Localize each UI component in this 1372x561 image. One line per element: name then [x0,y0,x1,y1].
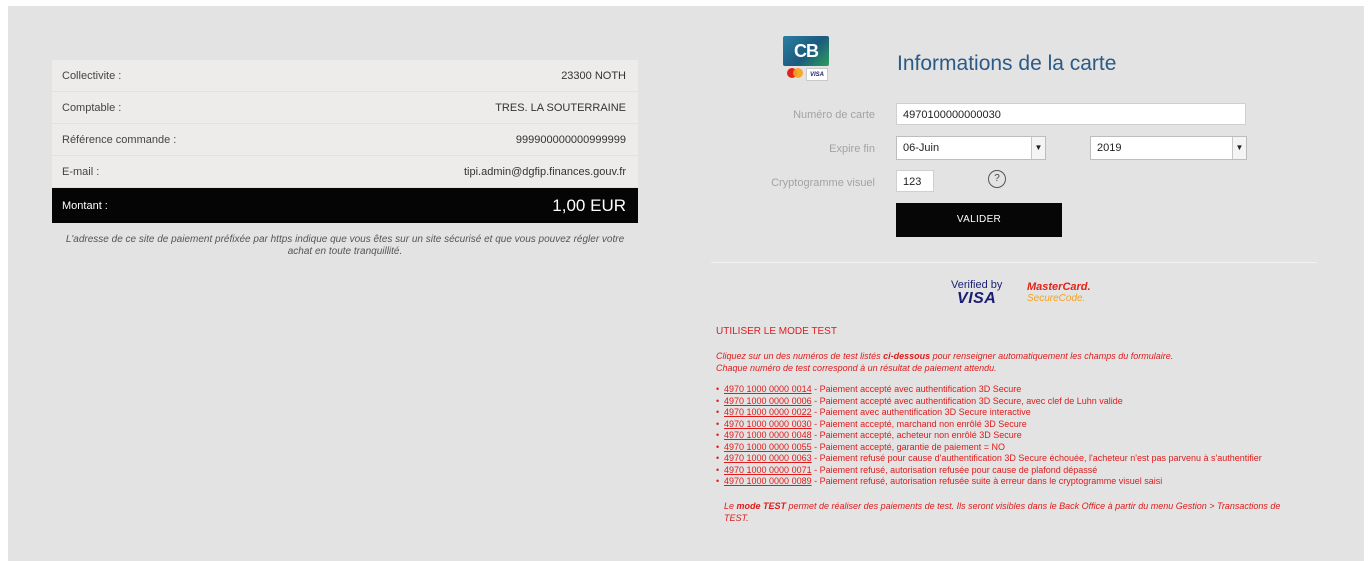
secure-site-note: L'adresse de ce site de paiement préfixé… [65,234,625,257]
intro-text: Chaque numéro de test correspond à un ré… [716,363,997,373]
test-card-link[interactable]: 4970 1000 0000 0014 [724,384,812,394]
test-card-desc: - Paiement accepté avec authentification… [811,395,1123,406]
test-mode-intro: Cliquez sur un des numéros de test listé… [716,350,1296,374]
total-amount: 1,00 EUR [552,195,626,215]
list-item: 4970 1000 0000 0006 - Paiement accepté a… [716,396,1296,408]
list-item: 4970 1000 0000 0071 - Paiement refusé, a… [716,465,1296,477]
cb-logo-mark: CB [783,36,829,66]
expiry-year-value: 2019 [1097,142,1122,154]
summary-label: Référence commande : [62,133,177,146]
footer-bold: mode TEST [736,500,787,511]
list-item: 4970 1000 0000 0022 - Paiement avec auth… [716,407,1296,419]
test-mode-section: UTILISER LE MODE TEST Cliquez sur un des… [716,326,1296,524]
test-card-link[interactable]: 4970 1000 0000 0006 [724,396,812,406]
summary-row-collectivite: Collectivite : 23300 NOTH [52,60,638,92]
summary-row-reference: Référence commande : 999900000000999999 [52,124,638,156]
list-item: 4970 1000 0000 0055 - Paiement accepté, … [716,442,1296,454]
chevron-down-icon: ▼ [1232,137,1246,159]
test-mode-footer: Le mode TEST permet de réaliser des paie… [716,500,1296,524]
mastercard-text: MasterCard. [1027,281,1091,293]
test-card-desc: - Paiement accepté, garantie de paiement… [811,441,1005,452]
test-card-list: 4970 1000 0000 0014 - Paiement accepté a… [716,384,1296,488]
summary-value: 23300 NOTH [561,69,626,82]
order-summary: Collectivite : 23300 NOTH Comptable : TR… [52,60,638,258]
test-card-desc: - Paiement refusé, autorisation refusée … [811,476,1163,486]
card-number-input[interactable]: 4970100000000030 [896,103,1246,125]
test-card-link[interactable]: 4970 1000 0000 0022 [724,407,812,417]
test-card-link[interactable]: 4970 1000 0000 0030 [724,419,812,429]
chevron-down-icon: ▼ [1031,137,1045,159]
total-label: Montant : [62,199,108,212]
card-number-label: Numéro de carte [793,109,875,121]
intro-bold: ci-dessous [883,351,931,361]
intro-text: Cliquez sur un des numéros de test listé… [716,351,884,361]
expiry-label: Expire fin [829,143,875,155]
visa-text: VISA [957,290,997,307]
divider [711,262,1317,263]
test-card-desc: - Paiement accepté, marchand non enrôlé … [811,418,1027,429]
list-item: 4970 1000 0000 0089 - Paiement refusé, a… [716,476,1296,488]
test-card-link[interactable]: 4970 1000 0000 0063 [724,453,812,463]
test-card-desc: - Paiement refusé, autorisation refusée … [811,464,1098,475]
test-card-link[interactable]: 4970 1000 0000 0089 [724,476,812,486]
list-item: 4970 1000 0000 0063 - Paiement refusé po… [716,453,1296,465]
summary-value: 999900000000999999 [515,133,626,146]
summary-label: Comptable : [62,101,122,114]
test-card-link[interactable]: 4970 1000 0000 0048 [724,430,812,440]
test-card-link[interactable]: 4970 1000 0000 0071 [724,465,812,475]
summary-value: tipi.admin@dgfip.finances.gouv.fr [464,165,626,178]
validate-button[interactable]: VALIDER [896,203,1062,237]
securecode-text: SecureCode. [1027,293,1086,304]
summary-total-row: Montant : 1,00 EUR [52,188,638,223]
mastercard-mini-icon [787,68,803,79]
verified-by-visa-logo: Verified by VISA [951,280,1002,307]
summary-label: E-mail : [62,165,100,178]
expiry-year-select[interactable]: 2019 ▼ [1090,136,1247,160]
summary-value: TRES. LA SOUTERRAINE [495,101,626,114]
test-card-link[interactable]: 4970 1000 0000 0055 [724,442,812,452]
list-item: 4970 1000 0000 0014 - Paiement accepté a… [716,384,1296,396]
intro-text: pour renseigner automatiquement les cham… [930,351,1174,361]
test-card-desc: - Paiement refusé pour cause d'authentif… [811,453,1262,463]
summary-row-comptable: Comptable : TRES. LA SOUTERRAINE [52,92,638,124]
cvv-input[interactable]: 123 [896,170,934,192]
card-form-title: Informations de la carte [897,52,1117,75]
list-item: 4970 1000 0000 0030 - Paiement accepté, … [716,419,1296,431]
expiry-month-select[interactable]: 06-Juin ▼ [896,136,1046,160]
expiry-month-value: 06-Juin [903,142,940,154]
mastercard-securecode-logo: MasterCard. SecureCode. [1027,281,1091,305]
list-item: 4970 1000 0000 0048 - Paiement accepté, … [716,430,1296,442]
test-card-desc: - Paiement accepté avec authentification… [811,384,1022,394]
cb-card-logo: CB VISA [783,36,829,86]
help-icon[interactable]: ? [988,170,1006,188]
visa-mini-icon: VISA [806,68,828,81]
test-card-desc: - Paiement avec authentification 3D Secu… [811,407,1031,417]
footer-text: Le [724,500,737,511]
test-card-desc: - Paiement accepté, acheteur non enrôlé … [811,430,1022,440]
test-mode-title: UTILISER LE MODE TEST [716,326,837,337]
summary-row-email: E-mail : tipi.admin@dgfip.finances.gouv.… [52,156,638,188]
footer-text: permet de réaliser des paiements de test… [724,500,1281,523]
summary-label: Collectivite : [62,69,122,82]
cvv-label: Cryptogramme visuel [771,177,875,189]
